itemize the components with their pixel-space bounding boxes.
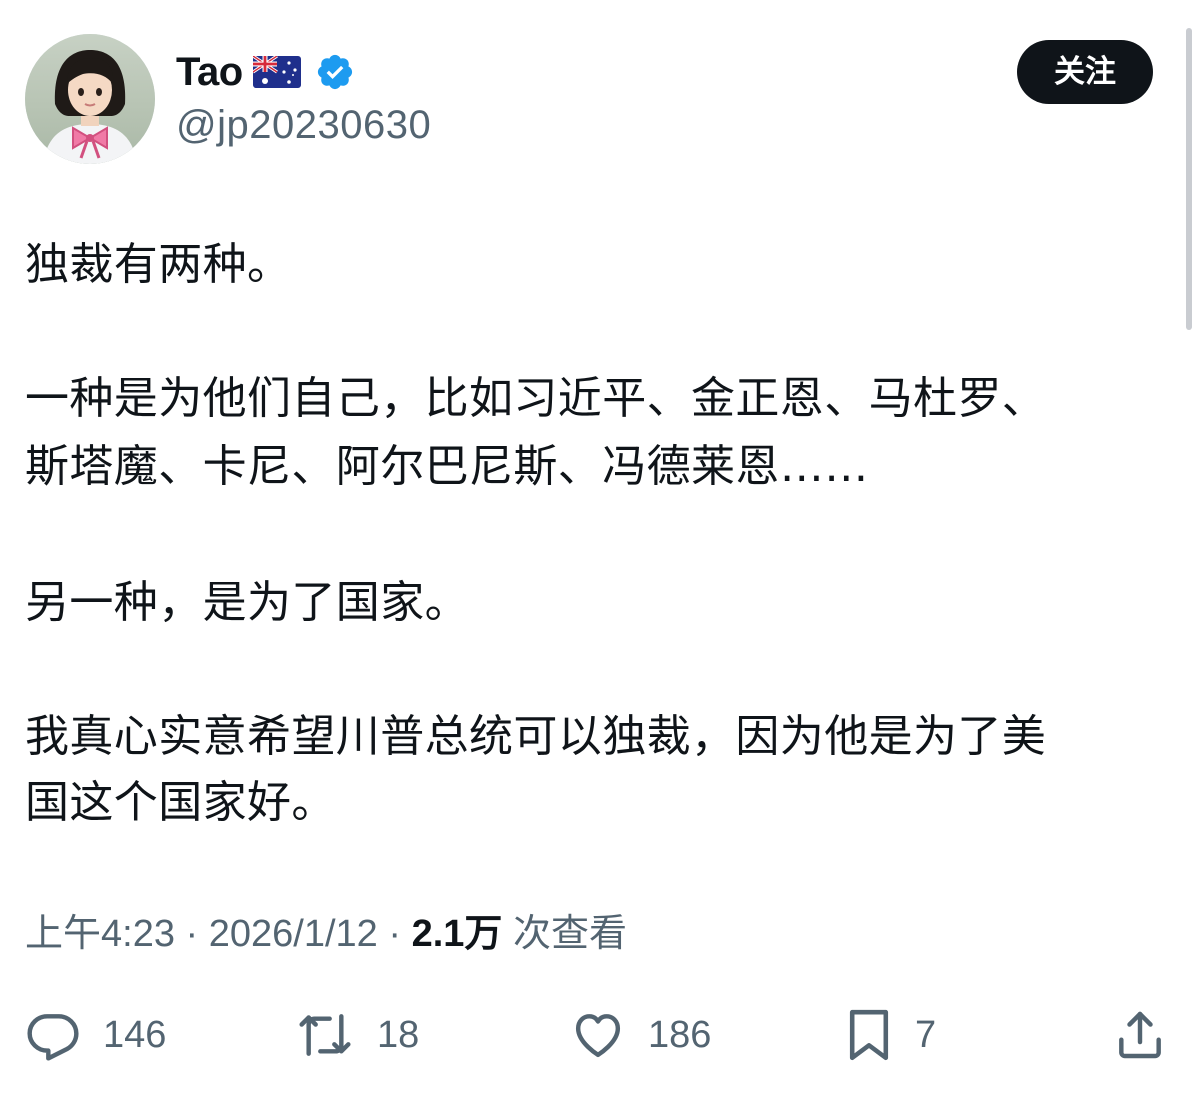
tweet-text-line: 一种是为他们自己，比如习近平、金正恩、马杜罗、	[25, 373, 1047, 424]
tweet-text-line: 另一种，是为了国家。	[25, 577, 469, 628]
display-name[interactable]: Tao	[176, 48, 243, 96]
tweet-text-line: 我真心实意希望川普总统可以独裁，因为他是为了美	[25, 711, 1047, 762]
tweet-time[interactable]: 上午4:23	[25, 913, 175, 955]
repost-count: 18	[377, 1014, 420, 1056]
tweet-date[interactable]: 2026/1/12	[209, 913, 378, 955]
follow-button[interactable]: 关注	[1017, 40, 1153, 104]
reply-count: 146	[103, 1014, 167, 1056]
share-icon	[1119, 1011, 1161, 1059]
meta-separator: ·	[388, 913, 402, 955]
tweet-text-line: 国这个国家好。	[25, 777, 336, 828]
like-button[interactable]: 186	[570, 1005, 711, 1065]
scrollbar[interactable]	[1186, 28, 1192, 330]
like-count: 186	[648, 1014, 712, 1056]
verified-badge-icon[interactable]	[315, 52, 355, 92]
bookmark-count: 7	[915, 1014, 937, 1056]
heart-icon	[575, 1014, 621, 1058]
avatar[interactable]	[25, 34, 155, 164]
meta-separator: ·	[185, 913, 199, 955]
tweet-meta: 上午4:23 · 2026/1/12 · 2.1万 次查看	[25, 910, 627, 958]
reply-icon	[27, 1014, 79, 1061]
bookmark-button[interactable]: 7	[845, 1005, 936, 1065]
reply-button[interactable]: 146	[25, 1005, 166, 1065]
repost-icon	[299, 1014, 351, 1056]
tweet-text-line: 独裁有两种。	[25, 239, 292, 290]
tweet-text-line: 斯塔魔、卡尼、阿尔巴尼斯、冯德莱恩……	[25, 441, 869, 492]
views-count: 2.1万	[411, 913, 503, 955]
australia-flag-icon	[251, 54, 301, 88]
author-handle[interactable]: @jp20230630	[176, 101, 431, 149]
bookmark-icon	[849, 1009, 889, 1061]
share-button[interactable]	[1112, 1005, 1168, 1065]
views-label: 次查看	[512, 913, 627, 955]
author-name-row[interactable]: Tao	[176, 48, 355, 96]
repost-button[interactable]: 18	[295, 1005, 419, 1065]
